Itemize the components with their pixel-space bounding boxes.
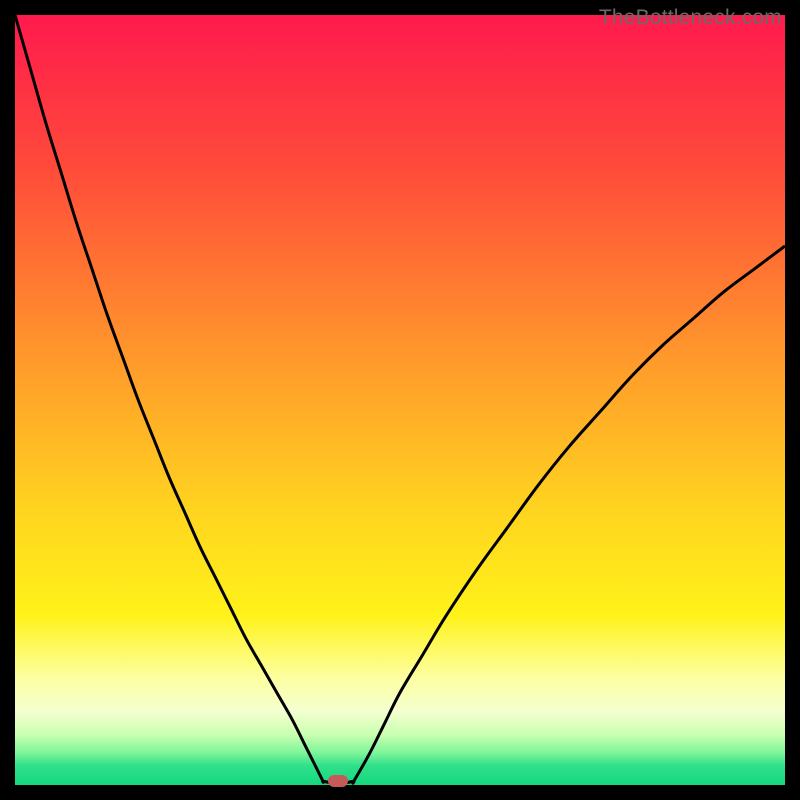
gradient-background — [15, 15, 785, 785]
bottleneck-chart — [15, 15, 785, 785]
watermark-text: TheBottleneck.com — [599, 6, 782, 30]
chart-frame — [15, 15, 785, 785]
optimum-marker — [328, 775, 348, 787]
